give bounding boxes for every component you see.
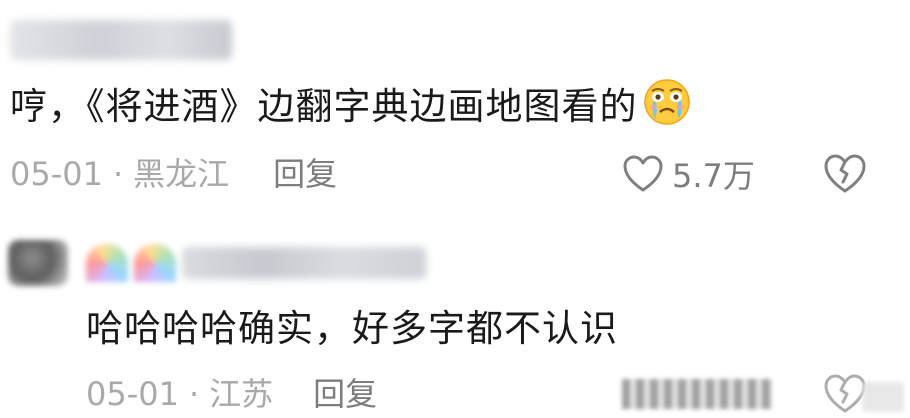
like-count: 5.7万 — [672, 157, 755, 195]
username-blurred[interactable] — [10, 20, 232, 60]
reply-button[interactable]: 回复 — [273, 155, 337, 193]
comment-body: 哼，《将进酒》边翻字典边画地图看的 — [10, 85, 638, 128]
rainbow-emoji-icon — [86, 244, 128, 282]
comment-meta: 05-01 · 江苏 回复 — [86, 372, 377, 416]
comment-text: 哈哈哈哈确实，好多字都不认识 — [86, 307, 618, 350]
avatar[interactable] — [8, 240, 68, 286]
username-blur-block — [182, 247, 426, 279]
meta-separator: · — [112, 155, 124, 193]
meta-separator: · — [188, 375, 200, 413]
like-button[interactable] — [622, 372, 772, 416]
comment-location: 黑龙江 — [133, 155, 230, 193]
comment-date: 05-01 — [10, 155, 103, 193]
reply-button[interactable]: 回复 — [313, 375, 377, 413]
comment-location: 江苏 — [209, 375, 274, 413]
comment-meta: 05-01 · 黑龙江 回复 — [10, 152, 337, 196]
like-button[interactable]: 5.7万 — [622, 152, 755, 196]
broken-heart-icon[interactable] — [822, 152, 868, 196]
username-blurred[interactable] — [86, 240, 426, 286]
comment-text: 哼，《将进酒》边翻字典边画地图看的 — [10, 76, 692, 132]
rainbow-emoji-icon — [134, 244, 176, 282]
crying-face-emoji-icon — [643, 79, 690, 125]
like-blur-block — [622, 379, 772, 409]
watermark — [862, 382, 904, 412]
heart-outline-icon — [623, 155, 663, 192]
comment-list: 哼，《将进酒》边翻字典边画地图看的 05-01 · 黑龙江 回复 5.7万 哈哈… — [0, 0, 910, 418]
comment-date: 05-01 — [86, 375, 179, 413]
